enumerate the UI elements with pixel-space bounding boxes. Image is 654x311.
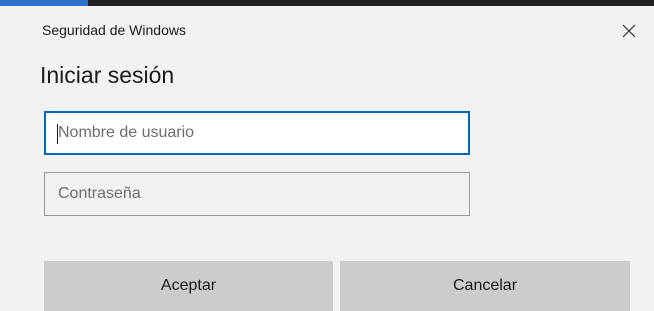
text-caret (57, 124, 58, 144)
close-button[interactable] (616, 18, 642, 44)
close-icon (622, 24, 636, 38)
window-title: Seguridad de Windows (42, 22, 186, 38)
accept-button[interactable]: Aceptar (44, 261, 333, 311)
dialog-heading: Iniciar sesión (40, 62, 175, 88)
username-field[interactable] (44, 111, 470, 155)
password-field[interactable] (44, 172, 470, 216)
cancel-button[interactable]: Cancelar (340, 261, 630, 311)
